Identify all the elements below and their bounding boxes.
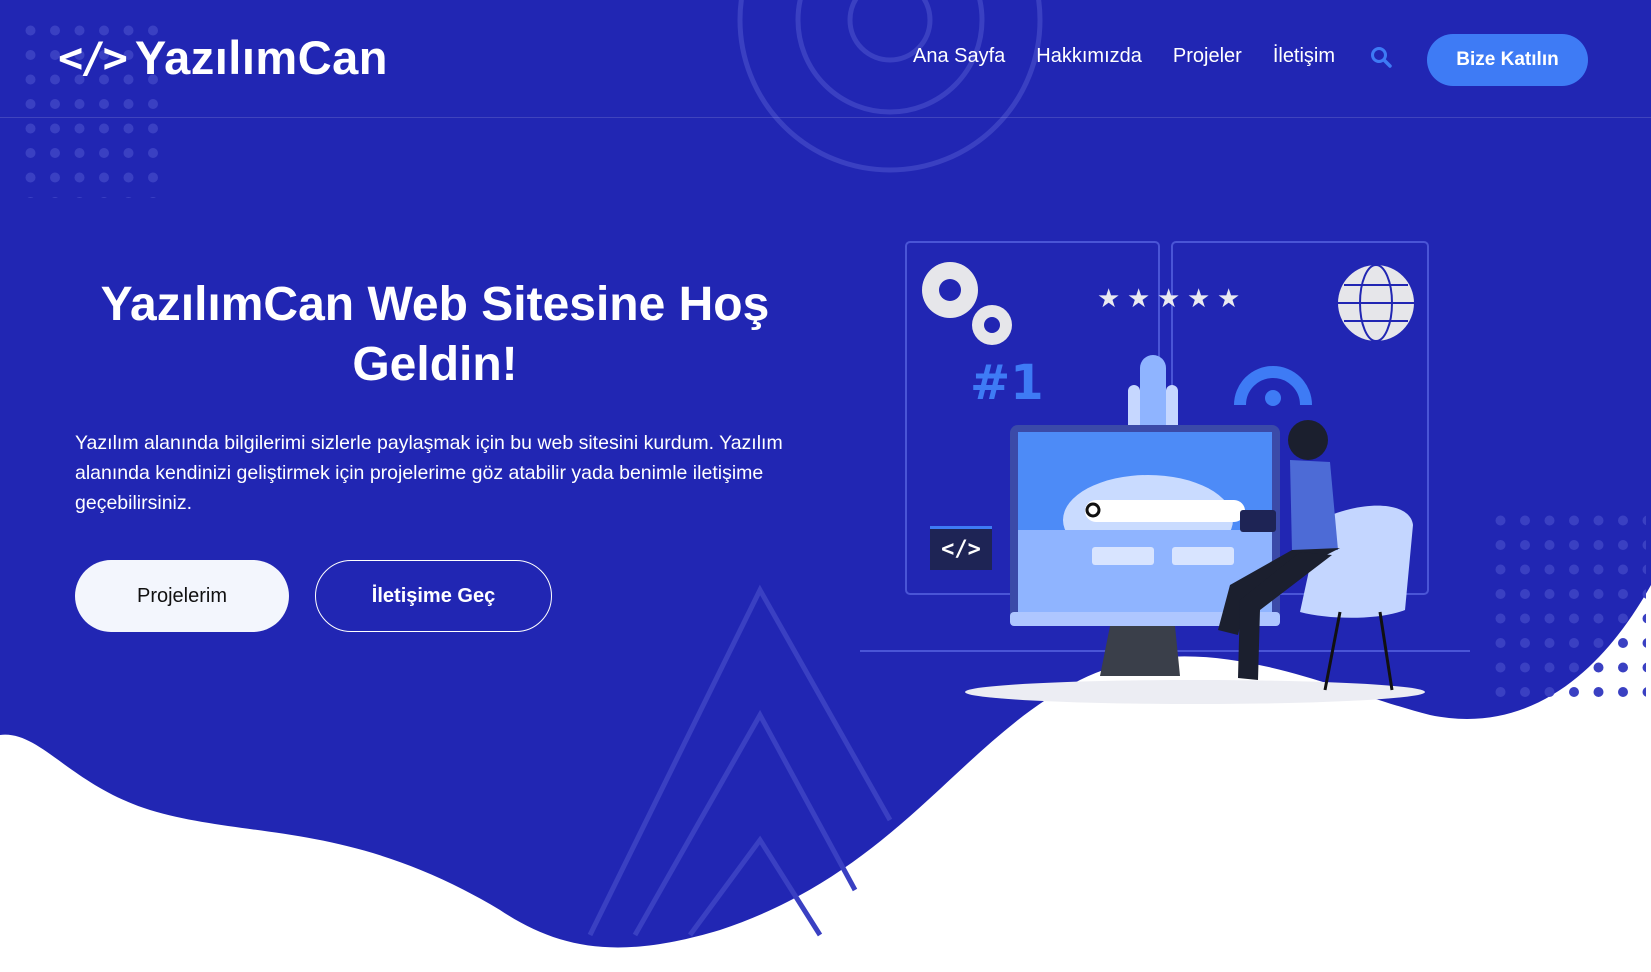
contact-button[interactable]: İletişime Geç [315,560,552,632]
globe-icon [1338,264,1414,342]
top-navbar: </> YazılımCan Ana Sayfa Hakkımızda Proj… [0,0,1651,118]
site-logo[interactable]: </> YazılımCan [58,30,388,85]
svg-text:★: ★ [1187,283,1210,313]
nav-link-home[interactable]: Ana Sayfa [913,45,1005,68]
svg-text:★: ★ [1097,283,1120,313]
hero-title: YazılımCan Web Sitesine Hoş Geldin! [100,278,770,391]
search-icon[interactable] [1370,46,1392,68]
code-tag-icon: </> [930,526,992,570]
nav-link-contact[interactable]: İletişim [1273,45,1335,68]
nav-menu: Ana Sayfa Hakkımızda Projeler İletişim [913,45,1440,68]
logo-text: YazılımCan [134,31,389,84]
hero-section: </> YazılımCan Ana Sayfa Hakkımızda Proj… [0,0,1651,972]
nav-link-projects[interactable]: Projeler [1173,45,1242,68]
rank-badge: #1 [970,355,1044,411]
nav-link-about[interactable]: Hakkımızda [1036,45,1142,68]
svg-text:★: ★ [1127,283,1150,313]
svg-text:★: ★ [1157,283,1180,313]
svg-text:★: ★ [1217,283,1240,313]
gear-icon [922,262,1012,345]
join-button[interactable]: Bize Katılın [1427,34,1588,86]
hero-description: Yazılım alanında bilgilerimi sizlerle pa… [75,432,783,514]
code-icon: </> [58,33,128,82]
star-rating-icon: ★ ★ ★ ★ ★ [1097,283,1240,313]
hero-illustration: ★ ★ ★ ★ ★ [860,241,1470,704]
projects-button[interactable]: Projelerim [75,560,289,632]
